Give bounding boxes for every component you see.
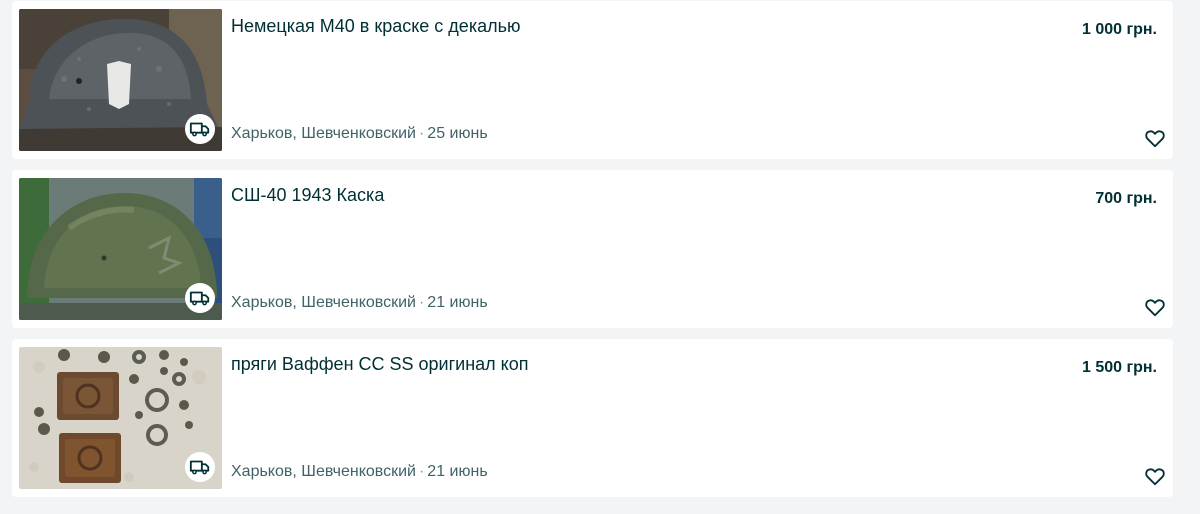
delivery-badge [185, 283, 215, 313]
listing-date: 25 июнь [427, 125, 488, 142]
favorite-button[interactable] [1144, 465, 1166, 487]
listing-price: 1 500 грн. [1081, 359, 1157, 376]
listing-price: 700 грн. [1095, 190, 1157, 207]
heart-outline-icon [1145, 468, 1165, 486]
listing-thumbnail[interactable] [19, 347, 222, 489]
listing-location: Харьков, Шевченковский [231, 125, 416, 142]
delivery-badge [185, 114, 215, 144]
heart-outline-icon [1145, 130, 1165, 148]
favorite-button[interactable] [1144, 127, 1166, 149]
listing-card[interactable]: пряги Ваффен СС SS оригинал коп 1 500 гр… [12, 339, 1173, 497]
listing-date: 21 июнь [427, 463, 488, 480]
listing-card[interactable]: Немецкая М40 в краске с декалью 1 000 гр… [12, 1, 1173, 159]
listing-meta: Харьков, Шевченковский · 25 июнь [231, 124, 488, 144]
listing-title[interactable]: пряги Ваффен СС SS оригинал коп [231, 353, 529, 375]
listing-price: 1 000 грн. [1081, 21, 1157, 38]
delivery-badge [185, 452, 215, 482]
listing-location: Харьков, Шевченковский [231, 294, 416, 311]
listing-title[interactable]: СШ-40 1943 Каска [231, 184, 384, 206]
delivery-truck-icon [189, 122, 210, 137]
listing-thumbnail[interactable] [19, 9, 222, 151]
favorite-button[interactable] [1144, 296, 1166, 318]
listing-location: Харьков, Шевченковский [231, 463, 416, 480]
listing-title[interactable]: Немецкая М40 в краске с декалью [231, 15, 520, 37]
listing-results: Немецкая М40 в краске с декалью 1 000 гр… [0, 0, 1200, 514]
delivery-truck-icon [189, 460, 210, 475]
meta-separator: · [418, 463, 425, 480]
meta-separator: · [418, 125, 425, 142]
listing-meta: Харьков, Шевченковский · 21 июнь [231, 462, 488, 482]
listing-meta: Харьков, Шевченковский · 21 июнь [231, 293, 488, 313]
meta-separator: · [418, 294, 425, 311]
listing-thumbnail[interactable] [19, 178, 222, 320]
heart-outline-icon [1145, 299, 1165, 317]
delivery-truck-icon [189, 291, 210, 306]
listing-card[interactable]: СШ-40 1943 Каска 700 грн. Харьков, Шевче… [12, 170, 1173, 328]
listing-date: 21 июнь [427, 294, 488, 311]
